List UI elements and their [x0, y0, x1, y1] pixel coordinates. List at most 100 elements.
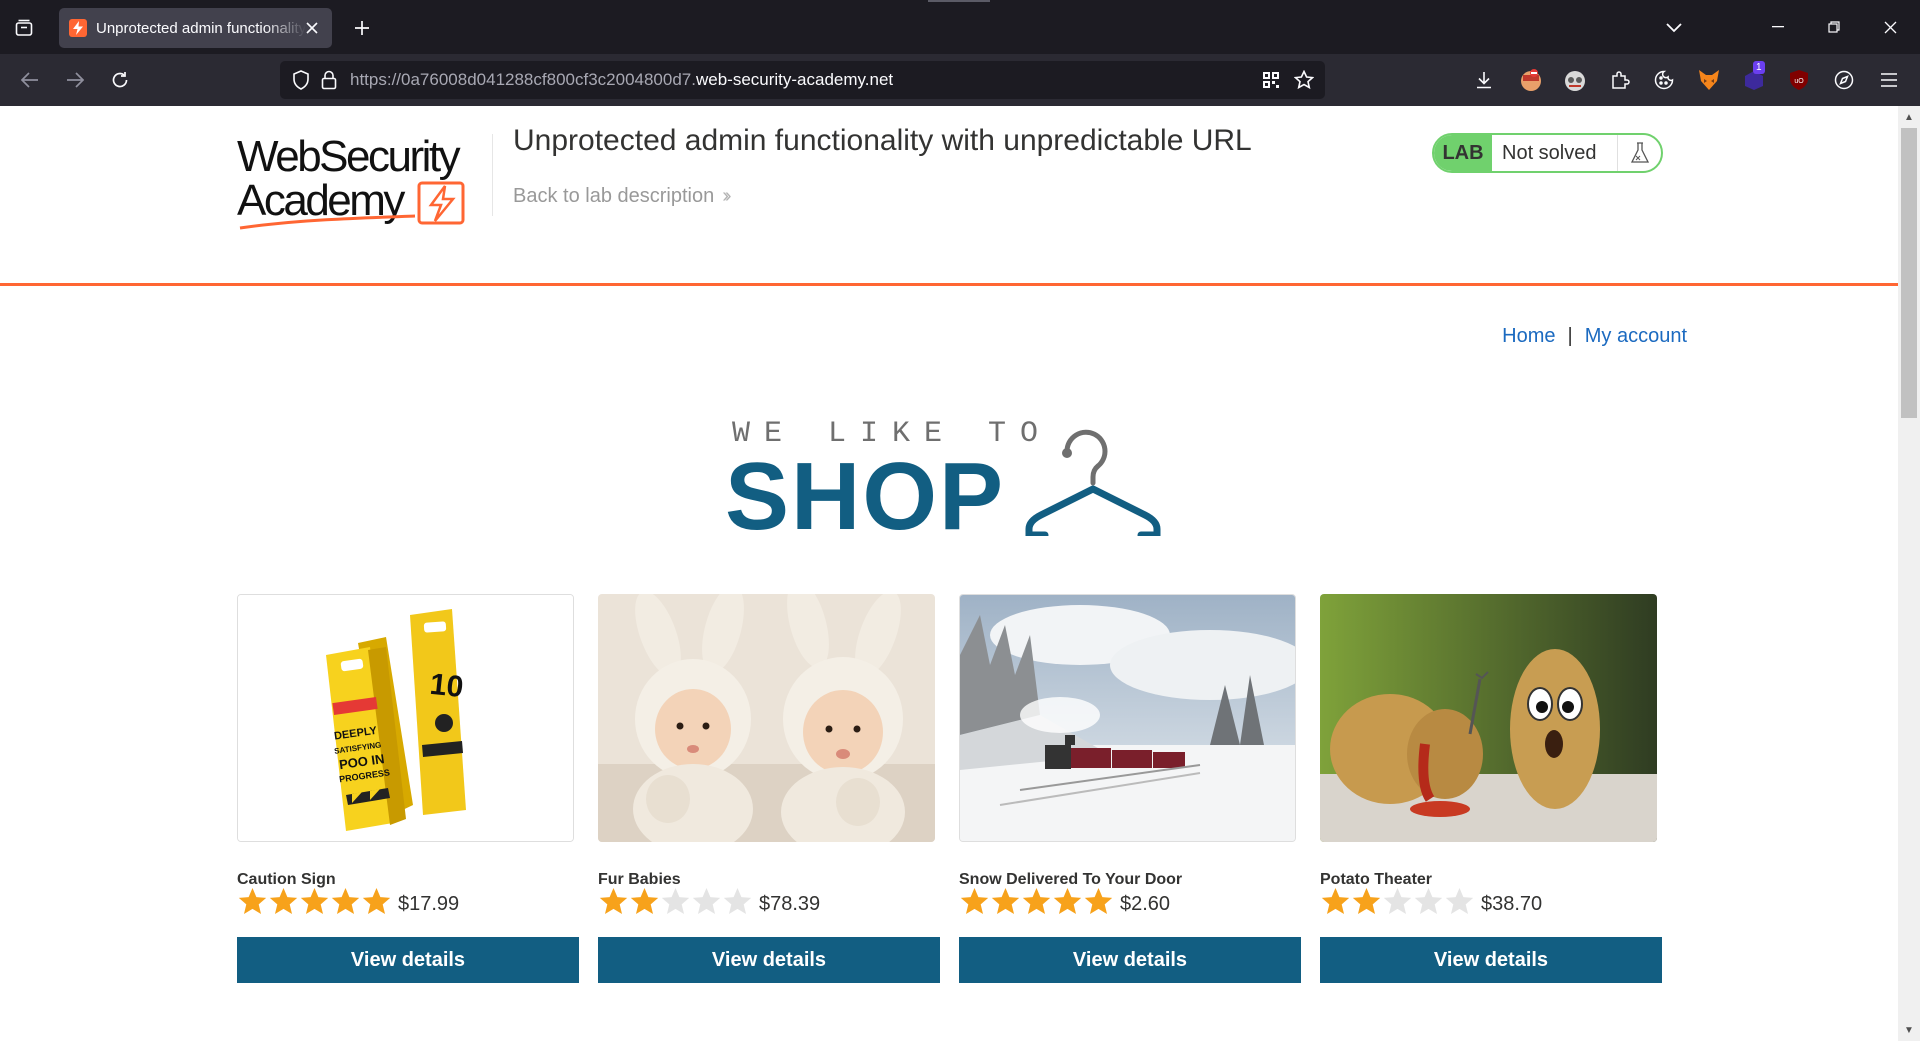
shop-hero-banner: WE LIKE TO SHOP	[725, 411, 1175, 545]
address-bar[interactable]: https://0a76008d041288cf800cf3c2004800d7…	[280, 61, 1325, 99]
puzzle-extension-icon[interactable]	[1607, 67, 1633, 93]
star-empty-icon	[1414, 887, 1443, 915]
star-rating	[1320, 886, 1475, 917]
compass-icon[interactable]	[1831, 67, 1857, 93]
view-details-button[interactable]: View details	[959, 937, 1301, 983]
product-price: $38.70	[1481, 893, 1543, 915]
svg-text:uO: uO	[1794, 78, 1804, 85]
site-nav: Home | My account	[1502, 325, 1687, 348]
tab-strip: Unprotected admin functionality with unp…	[0, 0, 1920, 54]
svg-text:10: 10	[428, 668, 465, 704]
restore-icon[interactable]	[1806, 0, 1862, 54]
lab-badge: LAB	[1434, 135, 1492, 171]
potato-theater-image	[1320, 594, 1657, 842]
scroll-down-arrow-icon[interactable]: ▼	[1898, 1021, 1920, 1039]
product-rating: $38.70	[1320, 886, 1542, 917]
fox-extension-icon[interactable]	[1696, 67, 1722, 93]
logo-divider	[492, 134, 493, 216]
chevron-down-icon[interactable]	[1660, 14, 1688, 42]
tab-list-icon[interactable]	[10, 14, 38, 42]
star-empty-icon	[723, 887, 752, 915]
clothes-hanger-icon	[1025, 429, 1161, 536]
bookmark-star-icon[interactable]	[1291, 67, 1317, 93]
url-domain: web-security-academy.net	[695, 70, 894, 89]
tab-title: Unprotected admin functionality with unp…	[96, 19, 306, 37]
back-link-label: Back to lab description	[513, 185, 715, 207]
extension-count-badge: 1	[1753, 61, 1765, 74]
hero-title: SHOP	[725, 443, 1006, 550]
my-account-link[interactable]: My account	[1585, 325, 1687, 348]
star-filled-icon	[630, 887, 659, 915]
star-filled-icon	[599, 887, 628, 915]
vertical-scrollbar[interactable]: ▲ ▼	[1898, 106, 1920, 1041]
star-filled-icon	[1321, 887, 1350, 915]
new-tab-plus-icon[interactable]	[348, 14, 376, 42]
lab-status-text: Not solved	[1502, 141, 1597, 164]
product-price: $17.99	[398, 893, 460, 915]
extension-badge-icon[interactable]: 1	[1741, 61, 1767, 93]
product-price: $2.60	[1120, 893, 1171, 915]
star-filled-icon	[300, 887, 329, 915]
minimize-icon[interactable]	[1750, 0, 1806, 54]
star-filled-icon	[238, 887, 267, 915]
star-rating	[959, 886, 1114, 917]
download-icon[interactable]	[1471, 67, 1497, 93]
web-security-academy-logo[interactable]: WebSecurity Academy	[237, 128, 487, 238]
forward-arrow-icon[interactable]	[59, 64, 91, 96]
browser-window: Unprotected admin functionality with unp…	[0, 0, 1920, 1041]
extension-face-icon[interactable]	[1518, 67, 1544, 93]
star-rating	[598, 886, 753, 917]
star-rating	[237, 886, 392, 917]
flask-icon	[1617, 135, 1661, 171]
page-viewport: WebSecurity Academy Unprotected admin fu…	[0, 106, 1920, 1041]
back-to-lab-description-link[interactable]: Back to lab description ››	[513, 185, 732, 208]
lab-status-widget: LAB Not solved	[1432, 133, 1663, 173]
star-filled-icon	[991, 887, 1020, 915]
back-arrow-icon[interactable]	[14, 64, 46, 96]
url-prefix: https://0a76008d041288cf800cf3c2004800d7…	[350, 70, 696, 89]
double-chevron-right-icon: ››	[722, 185, 732, 207]
tab-active[interactable]: Unprotected admin functionality with unp…	[59, 8, 332, 48]
ublock-icon[interactable]: uO	[1786, 67, 1812, 93]
lab-title: Unprotected admin functionality with unp…	[513, 124, 1252, 157]
nav-separator: |	[1567, 325, 1573, 347]
cookie-icon[interactable]	[1651, 67, 1677, 93]
fur-babies-image	[598, 594, 935, 842]
view-details-button[interactable]: View details	[237, 937, 579, 983]
star-filled-icon	[331, 887, 360, 915]
window-close-icon[interactable]	[1862, 0, 1918, 54]
star-filled-icon	[1022, 887, 1051, 915]
star-empty-icon	[1383, 887, 1412, 915]
star-filled-icon	[1352, 887, 1381, 915]
star-empty-icon	[661, 887, 690, 915]
logo-line1: WebSecurity	[237, 132, 461, 181]
product-rating: $17.99	[237, 886, 459, 917]
snow-train-image	[959, 594, 1296, 842]
star-filled-icon	[269, 887, 298, 915]
lock-icon[interactable]	[316, 67, 342, 93]
shield-icon[interactable]	[288, 67, 314, 93]
scroll-up-arrow-icon[interactable]: ▲	[1898, 108, 1920, 126]
lightning-favicon-icon	[69, 19, 87, 37]
qr-code-icon[interactable]	[1258, 67, 1284, 93]
close-icon[interactable]	[302, 18, 322, 38]
hamburger-menu-icon[interactable]	[1876, 67, 1902, 93]
reload-icon[interactable]	[104, 64, 136, 96]
url-text[interactable]: https://0a76008d041288cf800cf3c2004800d7…	[350, 70, 893, 90]
scroll-thumb[interactable]	[1901, 128, 1917, 418]
product-rating: $2.60	[959, 886, 1170, 917]
lab-header: WebSecurity Academy Unprotected admin fu…	[0, 106, 1898, 286]
star-filled-icon	[960, 887, 989, 915]
star-empty-icon	[1445, 887, 1474, 915]
view-details-button[interactable]: View details	[598, 937, 940, 983]
navigation-toolbar: https://0a76008d041288cf800cf3c2004800d7…	[0, 54, 1920, 106]
window-drag-handle[interactable]	[928, 0, 990, 2]
star-filled-icon	[1053, 887, 1082, 915]
star-filled-icon	[362, 887, 391, 915]
home-link[interactable]: Home	[1502, 325, 1555, 348]
product-price: $78.39	[759, 893, 821, 915]
product-rating: $78.39	[598, 886, 820, 917]
star-filled-icon	[1084, 887, 1113, 915]
view-details-button[interactable]: View details	[1320, 937, 1662, 983]
extension-spy-icon[interactable]	[1562, 67, 1588, 93]
